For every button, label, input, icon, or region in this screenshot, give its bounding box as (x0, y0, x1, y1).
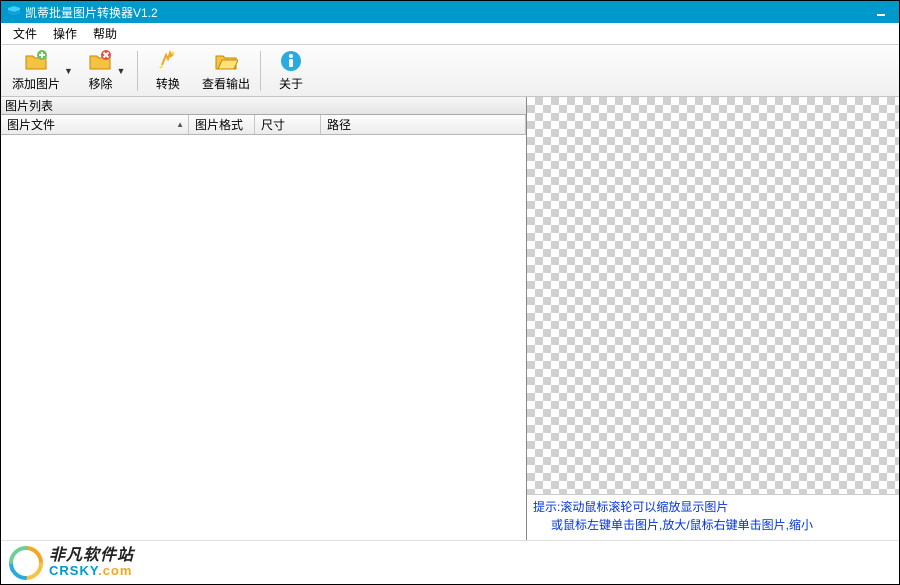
remove-label: 移除 (88, 75, 112, 92)
footer: 非凡软件站 CRSKY.com (1, 540, 899, 584)
about-label: 关于 (279, 75, 303, 92)
table-body[interactable] (1, 135, 526, 540)
app-window: 凯蒂批量图片转换器V1.2 文件 操作 帮助 添加图片 ▼ 移除 (0, 0, 900, 585)
dropdown-arrow-icon: ▼ (62, 66, 73, 76)
col-size-label: 尺寸 (261, 116, 285, 133)
logo-cn: 非凡软件站 (49, 547, 134, 565)
col-format-label: 图片格式 (195, 116, 243, 133)
convert-icon (156, 49, 180, 73)
menu-operate[interactable]: 操作 (45, 23, 85, 44)
content-area: 图片列表 图片文件 ▲ 图片格式 尺寸 路径 (1, 97, 899, 540)
menu-file[interactable]: 文件 (5, 23, 45, 44)
view-output-icon (214, 49, 238, 73)
col-file-label: 图片文件 (7, 116, 55, 133)
view-output-label: 查看输出 (202, 75, 250, 92)
col-path[interactable]: 路径 (321, 115, 526, 134)
image-list-pane: 图片列表 图片文件 ▲ 图片格式 尺寸 路径 (1, 97, 527, 540)
logo-en-main: CRSKY (49, 563, 98, 578)
sort-asc-icon: ▲ (176, 120, 184, 129)
preview-canvas[interactable] (527, 97, 899, 495)
view-output-button[interactable]: 查看输出 (195, 47, 257, 95)
col-path-label: 路径 (327, 116, 351, 133)
footer-logo: 非凡软件站 CRSKY.com (7, 544, 134, 582)
convert-label: 转换 (156, 75, 180, 92)
col-file[interactable]: 图片文件 ▲ (1, 115, 189, 134)
add-image-label: 添加图片 (12, 75, 60, 92)
menu-help[interactable]: 帮助 (85, 23, 125, 44)
titlebar[interactable]: 凯蒂批量图片转换器V1.2 (1, 1, 899, 23)
remove-button[interactable]: 移除 ▼ (80, 47, 134, 95)
col-size[interactable]: 尺寸 (255, 115, 321, 134)
window-title: 凯蒂批量图片转换器V1.2 (25, 4, 869, 21)
add-image-icon (24, 49, 48, 73)
logo-en: CRSKY.com (49, 564, 134, 578)
preview-pane: 提示:滚动鼠标滚轮可以缩放显示图片 或鼠标左键单击图片,放大/鼠标右键单击图片,… (527, 97, 899, 540)
image-list-title: 图片列表 (1, 97, 526, 115)
table-header: 图片文件 ▲ 图片格式 尺寸 路径 (1, 115, 526, 135)
add-image-button[interactable]: 添加图片 ▼ (5, 47, 80, 95)
logo-text: 非凡软件站 CRSKY.com (49, 547, 134, 579)
convert-button[interactable]: 转换 (141, 47, 195, 95)
about-button[interactable]: 关于 (264, 47, 318, 95)
remove-icon (88, 49, 112, 73)
toolbar-separator (260, 51, 261, 91)
preview-hint: 提示:滚动鼠标滚轮可以缩放显示图片 或鼠标左键单击图片,放大/鼠标右键单击图片,… (527, 495, 899, 540)
logo-swirl-icon (7, 544, 45, 582)
hint-line1: 提示:滚动鼠标滚轮可以缩放显示图片 (533, 498, 893, 516)
hint-line2: 或鼠标左键单击图片,放大/鼠标右键单击图片,缩小 (533, 516, 893, 534)
menubar: 文件 操作 帮助 (1, 23, 899, 45)
toolbar: 添加图片 ▼ 移除 ▼ 转换 查看输出 (1, 45, 899, 97)
app-icon (7, 5, 21, 19)
minimize-button[interactable] (869, 2, 893, 22)
toolbar-separator (137, 51, 138, 91)
dropdown-arrow-icon: ▼ (114, 66, 125, 76)
col-format[interactable]: 图片格式 (189, 115, 255, 134)
logo-en-dom: .com (98, 563, 132, 578)
about-icon (279, 49, 303, 73)
